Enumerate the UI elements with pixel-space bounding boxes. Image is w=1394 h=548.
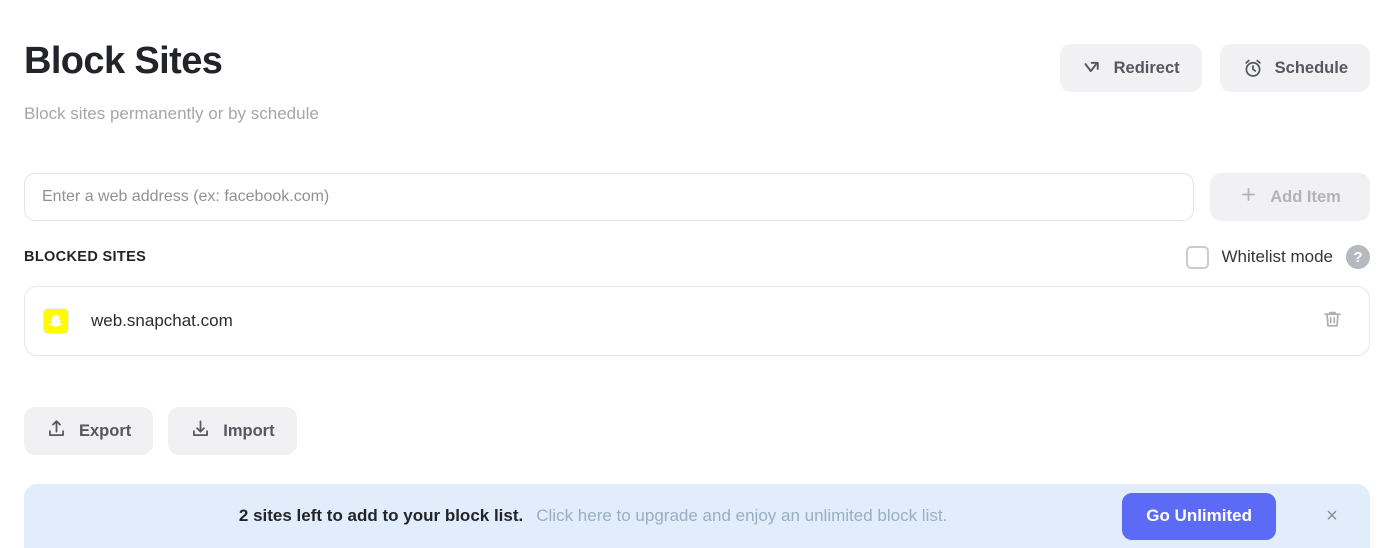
page-subtitle: Block sites permanently or by schedule — [24, 104, 319, 123]
export-button-label: Export — [79, 421, 132, 440]
go-unlimited-button[interactable]: Go Unlimited — [1122, 492, 1276, 540]
whitelist-mode-control: Whitelist mode ? — [1185, 245, 1370, 269]
help-icon[interactable]: ? — [1346, 245, 1370, 269]
header-actions: Redirect Schedule — [1059, 44, 1370, 92]
table-row: web.snapchat.com — [25, 287, 1369, 355]
whitelist-mode-checkbox[interactable] — [1185, 245, 1209, 269]
schedule-button[interactable]: Schedule — [1219, 44, 1370, 92]
blocked-site-name: web.snapchat.com — [91, 311, 233, 330]
redirect-button[interactable]: Redirect — [1059, 44, 1202, 92]
download-icon — [190, 418, 211, 444]
import-export-row: Export Import — [24, 407, 297, 455]
plus-icon — [1239, 185, 1258, 209]
import-button[interactable]: Import — [168, 407, 297, 455]
snapchat-ghost-icon — [43, 308, 69, 334]
redirect-button-label: Redirect — [1113, 58, 1180, 77]
export-button[interactable]: Export — [24, 407, 154, 455]
web-address-input[interactable] — [24, 173, 1194, 221]
blocked-sites-list: web.snapchat.com — [24, 286, 1370, 356]
page-title: Block Sites — [24, 40, 223, 82]
close-icon[interactable]: × — [1314, 498, 1350, 534]
delete-site-button[interactable] — [1318, 305, 1347, 337]
banner-submessage[interactable]: Click here to upgrade and enjoy an unlim… — [536, 506, 947, 526]
blocked-sites-header: BLOCKED SITES Whitelist mode ? — [24, 243, 1370, 271]
block-sites-page: Block Sites Block sites permanently or b… — [0, 0, 1394, 548]
add-item-button-label: Add Item — [1270, 187, 1341, 206]
banner-message: 2 sites left to add to your block list. — [238, 506, 524, 525]
upgrade-banner: 2 sites left to add to your block list. … — [24, 484, 1370, 548]
import-button-label: Import — [223, 421, 275, 440]
add-item-button[interactable]: Add Item — [1210, 173, 1370, 221]
trash-icon — [1322, 309, 1343, 333]
page-header: Block Sites Block sites permanently or b… — [24, 0, 1370, 148]
banner-messages: 2 sites left to add to your block list. … — [24, 506, 1122, 526]
redirect-arrow-icon — [1082, 58, 1103, 79]
alarm-clock-icon — [1242, 57, 1264, 79]
add-site-row: Add Item — [24, 173, 1370, 221]
upload-icon — [46, 418, 67, 444]
blocked-sites-label: BLOCKED SITES — [24, 249, 147, 265]
schedule-button-label: Schedule — [1274, 58, 1348, 77]
whitelist-mode-label[interactable]: Whitelist mode — [1222, 247, 1333, 267]
